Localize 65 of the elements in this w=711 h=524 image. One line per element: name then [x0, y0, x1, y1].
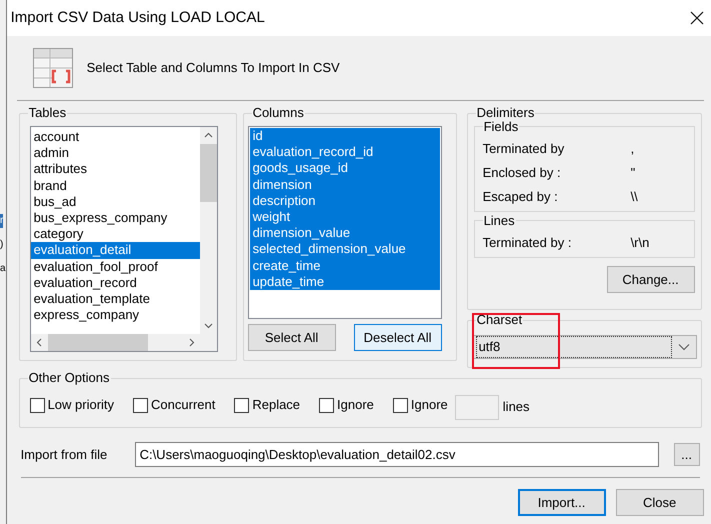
list-item[interactable]: weight [250, 209, 440, 226]
dialog-button[interactable]: Close [616, 489, 704, 516]
list-action-button[interactable]: Deselect All [354, 324, 442, 351]
checkbox[interactable] [319, 398, 334, 412]
delimiter-label: Escaped by : [482, 188, 559, 206]
window-title: Import CSV Data Using LOAD LOCAL [10, 8, 265, 28]
header-text: Select Table and Columns To Import In CSV [86, 59, 340, 78]
columns-list[interactable]: id evaluation_record_id goods_usage_id dimension description weight dimension_value selected_dimension_value create_time update_time [248, 126, 442, 319]
list-action-button[interactable]: Select All [248, 324, 336, 351]
checkbox-label: Replace [252, 396, 300, 414]
list-item[interactable]: update_time [250, 274, 440, 290]
delimiter-label: Enclosed by : [482, 164, 562, 182]
scroll-thumb[interactable] [48, 334, 148, 351]
list-item[interactable]: admin [30, 145, 200, 162]
list-item[interactable]: id [250, 128, 440, 144]
list-item[interactable]: evaluation_template [30, 291, 200, 308]
list-item[interactable]: evaluation_record [30, 274, 200, 292]
list-item[interactable]: create_time [250, 258, 440, 274]
delimiter-label: Terminated by : [482, 234, 572, 252]
delimiter-label: Terminated by [482, 140, 566, 158]
list-item[interactable]: bus_ad [30, 194, 200, 210]
scroll-thumb[interactable] [200, 144, 217, 202]
list-item[interactable]: selected_dimension_value [250, 241, 440, 258]
tables-list[interactable]: account admin attributes brand bus_ad bus_express_company category evaluation_detail evaluation_fool_proof evaluation_record evaluation_template express_company [30, 126, 218, 352]
list-item[interactable]: bus_express_company [30, 210, 200, 226]
list-item[interactable]: goods_usage_id [250, 160, 440, 177]
charset-dropdown[interactable]: utf8 [472, 335, 697, 359]
list-item[interactable]: dimension_value [250, 225, 440, 242]
delimiter-value: \r\n [630, 234, 650, 252]
list-item[interactable]: category [30, 226, 200, 242]
list-item[interactable]: brand [30, 178, 200, 194]
checkbox[interactable] [392, 398, 408, 412]
list-item[interactable]: attributes [30, 161, 200, 178]
list-item[interactable]: express_company [30, 307, 200, 324]
close-icon[interactable] [690, 11, 704, 25]
window-text-fragment: a [0, 262, 6, 276]
lines-label: lines [502, 398, 530, 416]
checkbox-label: Ignore [337, 396, 374, 414]
dialog-button[interactable]: Import... [518, 489, 606, 516]
lines-input[interactable] [454, 394, 499, 420]
change-button[interactable]: Change... [606, 266, 695, 293]
checkbox[interactable] [133, 398, 148, 412]
horizontal-scrollbar[interactable] [30, 334, 217, 351]
list-item[interactable]: account [30, 129, 200, 146]
checkbox[interactable] [30, 398, 45, 412]
import-file-label: Import from file [20, 446, 108, 464]
list-item[interactable]: evaluation_detail [30, 242, 200, 259]
file-path-field[interactable]: C:\Users\maoguoqing\Desktop\evaluation_detail02.csv [134, 442, 659, 467]
delimiter-value: , [630, 140, 634, 158]
checkbox[interactable] [234, 398, 250, 412]
list-item[interactable]: description [250, 192, 440, 210]
group-label: Other Options [28, 370, 110, 386]
table-icon [32, 48, 73, 88]
list-item[interactable]: evaluation_record_id [250, 144, 440, 160]
vertical-scrollbar[interactable] [200, 127, 217, 334]
checkbox-label: Low priority [48, 396, 114, 414]
delimiter-value: \\ [630, 188, 638, 206]
window-text-fragment: ) [0, 238, 4, 252]
checkbox-label: Concurrent [151, 396, 216, 414]
browse-button[interactable]: ... [674, 443, 700, 466]
list-item[interactable]: dimension [250, 176, 440, 193]
chevron-down-icon [678, 343, 690, 351]
checkbox-label: Ignore [410, 396, 448, 414]
delimiter-value: " [630, 164, 636, 182]
list-item[interactable]: evaluation_fool_proof [30, 258, 200, 275]
